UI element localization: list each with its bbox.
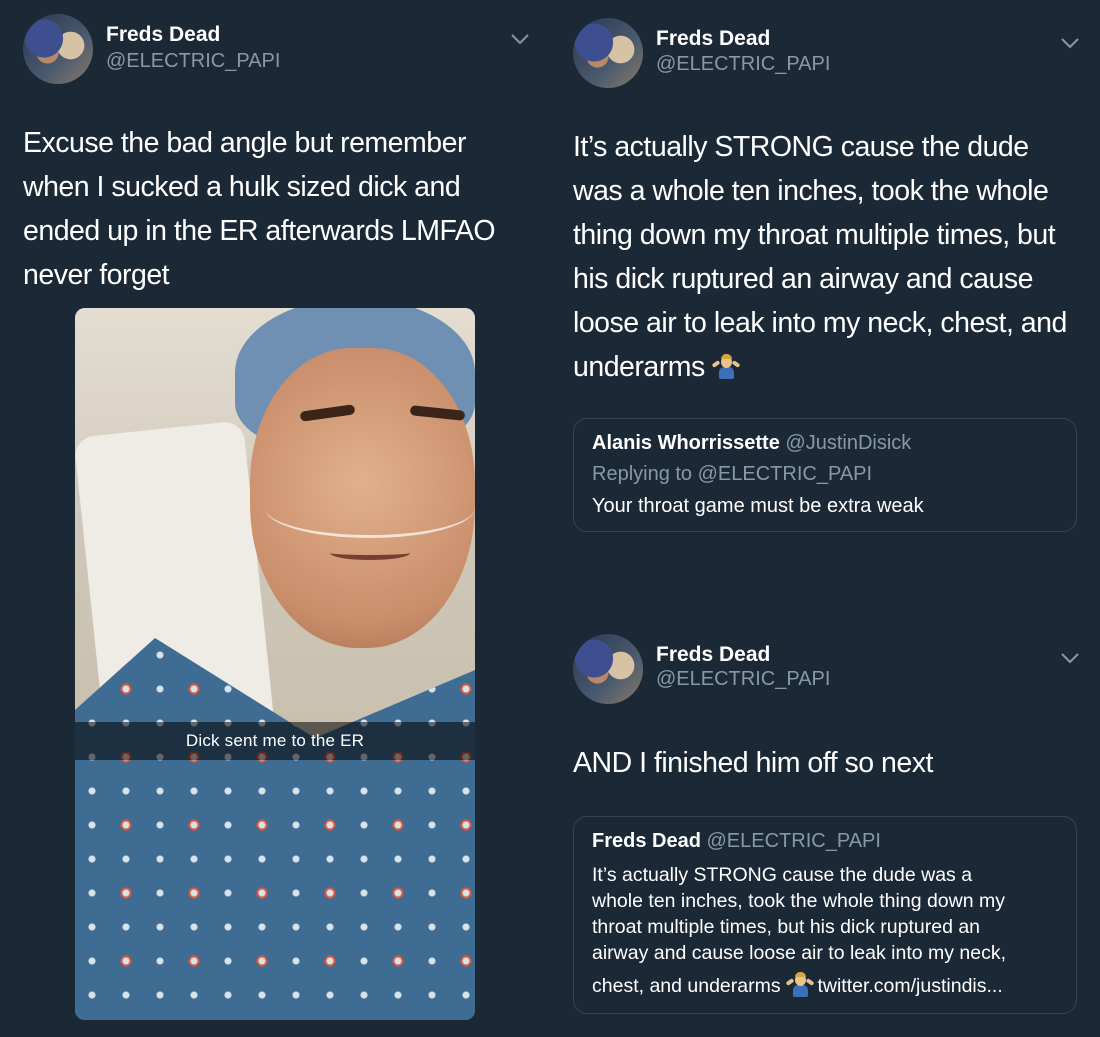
author-handle[interactable]: @ELECTRIC_PAPI <box>106 50 280 73</box>
quoted-link[interactable]: twitter.com/justindis... <box>817 975 1002 997</box>
quoted-text-line: airway and cause loose air to leak into … <box>592 942 1007 964</box>
replying-to-prefix: Replying to <box>592 463 698 485</box>
quoted-tweet-header: Freds Dead @ELECTRIC_PAPI <box>592 830 881 853</box>
avatar[interactable] <box>23 14 93 84</box>
quoted-text-segment: chest, and underarms <box>592 975 781 997</box>
tweet-photo[interactable]: Dick sent me to the ER <box>75 308 475 1020</box>
photo-mouth <box>330 546 410 560</box>
quoted-author-handle: @JustinDisick <box>785 432 912 454</box>
quoted-tweet[interactable]: Alanis Whorrissette @JustinDisick Replyi… <box>573 418 1077 532</box>
chevron-down-icon[interactable] <box>1059 651 1081 665</box>
quoted-tweet-header: Alanis Whorrissette @JustinDisick <box>592 432 911 455</box>
quoted-tweet[interactable]: Freds Dead @ELECTRIC_PAPI It’s actually … <box>573 816 1077 1014</box>
author-name[interactable]: Freds Dead <box>656 643 770 667</box>
author-name[interactable]: Freds Dead <box>106 23 220 47</box>
avatar[interactable] <box>573 18 643 88</box>
replying-to-handle[interactable]: @ELECTRIC_PAPI <box>698 463 872 485</box>
chevron-down-icon[interactable] <box>509 32 531 46</box>
tweet-text-content: It’s actually STRONG cause the dude was … <box>573 131 1067 383</box>
quoted-text-line: whole ten inches, took the whole thing d… <box>592 890 1005 912</box>
quoted-author-handle: @ELECTRIC_PAPI <box>706 830 881 852</box>
snap-caption: Dick sent me to the ER <box>75 722 475 760</box>
photo-tube <box>265 478 475 538</box>
replying-to-line: Replying to @ELECTRIC_PAPI <box>592 463 872 486</box>
chevron-down-icon[interactable] <box>1059 36 1081 50</box>
quoted-tweet-text: Your throat game must be extra weak <box>592 495 924 517</box>
quoted-text-line: It’s actually STRONG cause the dude was … <box>592 864 973 886</box>
quoted-tweet-text: It’s actually STRONG cause the dude was … <box>592 862 1072 999</box>
quoted-author-name: Freds Dead <box>592 830 701 852</box>
tweet-text: AND I finished him off so next <box>573 747 933 779</box>
person-shrugging-emoji <box>711 354 741 380</box>
tweet-text: Excuse the bad angle but remember when I… <box>23 127 496 291</box>
author-handle[interactable]: @ELECTRIC_PAPI <box>656 668 830 691</box>
quoted-text-line: chest, and underarms twitter.com/justind… <box>592 972 1072 999</box>
author-handle[interactable]: @ELECTRIC_PAPI <box>656 53 830 76</box>
person-shrugging-emoji <box>785 972 815 997</box>
tweet-text: It’s actually STRONG cause the dude was … <box>573 125 1083 389</box>
quoted-author-name: Alanis Whorrissette <box>592 432 780 454</box>
snap-caption-text: Dick sent me to the ER <box>185 731 365 750</box>
photo-gown <box>75 638 475 1020</box>
avatar[interactable] <box>573 634 643 704</box>
quoted-text-line: throat multiple times, but his dick rupt… <box>592 916 981 938</box>
author-name[interactable]: Freds Dead <box>656 27 770 51</box>
